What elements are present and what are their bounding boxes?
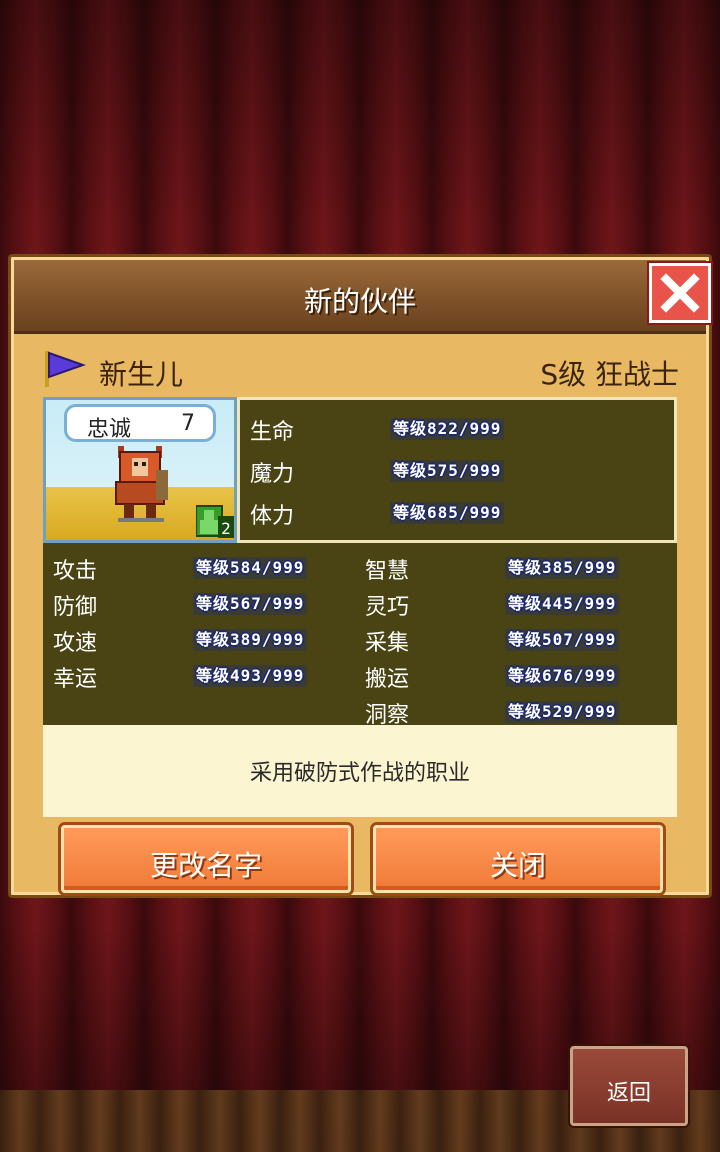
stat-row-hp: 生命 等级822/999 [250, 410, 670, 446]
stat-name: 攻速 [53, 631, 98, 656]
new-partner-dialog: 新的伙伴 新生儿 S级 狂战士 忠诚 7 2 生命 等级822/999 魔力 等… [8, 254, 712, 898]
stat-value: 等级529/999 [505, 701, 620, 723]
hero-header-row: 新生儿 S级 狂战士 [41, 349, 681, 391]
attribute-stats-panel: 攻击 等级584/999 防御 等级567/999 攻速 等级389/999 幸… [43, 543, 677, 728]
stat-row-stamina: 体力 等级685/999 [250, 494, 670, 530]
stat-value: 等级493/999 [193, 665, 308, 687]
stat-row-defense: 防御 等级567/999 [43, 585, 343, 621]
stat-value: 等级676/999 [505, 665, 620, 687]
party-member-icon: 2 [196, 505, 234, 538]
stat-name: 魔力 [250, 462, 295, 487]
loyalty-badge: 忠诚 7 [64, 404, 216, 442]
stat-name: 体力 [250, 504, 295, 529]
stat-value: 等级575/999 [390, 460, 505, 482]
rename-button[interactable]: 更改名字 [61, 825, 351, 893]
vital-stats-panel: 生命 等级822/999 魔力 等级575/999 体力 等级685/999 [237, 397, 677, 543]
berserker-sprite-icon [115, 446, 168, 522]
stat-name: 采集 [365, 631, 410, 656]
back-button-label: 返回 [606, 1081, 651, 1106]
stat-row-gathering: 采集 等级507/999 [355, 621, 655, 657]
stat-name: 防御 [53, 595, 98, 620]
class-description: 采用破防式作战的职业 [249, 761, 470, 786]
stat-name: 灵巧 [365, 595, 410, 620]
stat-row-wisdom: 智慧 等级385/999 [355, 549, 655, 585]
rename-button-label: 更改名字 [149, 849, 262, 882]
party-count: 2 [221, 519, 231, 538]
close-x-button[interactable] [649, 263, 711, 323]
close-icon [660, 273, 700, 313]
hero-portrait: 忠诚 7 2 [43, 397, 237, 543]
stat-name: 搬运 [365, 667, 410, 692]
close-button-label: 关闭 [489, 849, 546, 882]
stat-row-carrying: 搬运 等级676/999 [355, 657, 655, 693]
loyalty-value: 7 [181, 411, 195, 436]
stat-value: 等级389/999 [193, 629, 308, 651]
back-button[interactable]: 返回 [570, 1046, 688, 1126]
stat-value: 等级507/999 [505, 629, 620, 651]
stat-name: 智慧 [365, 559, 410, 584]
stat-row-insight: 洞察 等级529/999 [355, 693, 655, 729]
stat-row-luck: 幸运 等级493/999 [43, 657, 343, 693]
stat-value: 等级445/999 [505, 593, 620, 615]
stat-value: 等级584/999 [193, 557, 308, 579]
flag-icon [45, 351, 87, 387]
stat-row-attack: 攻击 等级584/999 [43, 549, 343, 585]
loyalty-label: 忠诚 [87, 417, 132, 442]
close-button[interactable]: 关闭 [373, 825, 663, 893]
class-description-box: 采用破防式作战的职业 [43, 725, 677, 817]
stat-row-dexterity: 灵巧 等级445/999 [355, 585, 655, 621]
stat-name: 生命 [250, 420, 295, 445]
stat-value: 等级385/999 [505, 557, 620, 579]
stat-value: 等级567/999 [193, 593, 308, 615]
hero-name: 新生儿 [99, 358, 184, 391]
stat-row-mp: 魔力 等级575/999 [250, 452, 670, 488]
dialog-title: 新的伙伴 [303, 285, 416, 318]
stat-name: 幸运 [53, 667, 98, 692]
stat-value: 等级685/999 [390, 502, 505, 524]
stat-name: 攻击 [53, 559, 98, 584]
dialog-header: 新的伙伴 [14, 260, 706, 334]
stat-row-attack-speed: 攻速 等级389/999 [43, 621, 343, 657]
hero-class: S级 狂战士 [540, 358, 679, 391]
stat-value: 等级822/999 [390, 418, 505, 440]
